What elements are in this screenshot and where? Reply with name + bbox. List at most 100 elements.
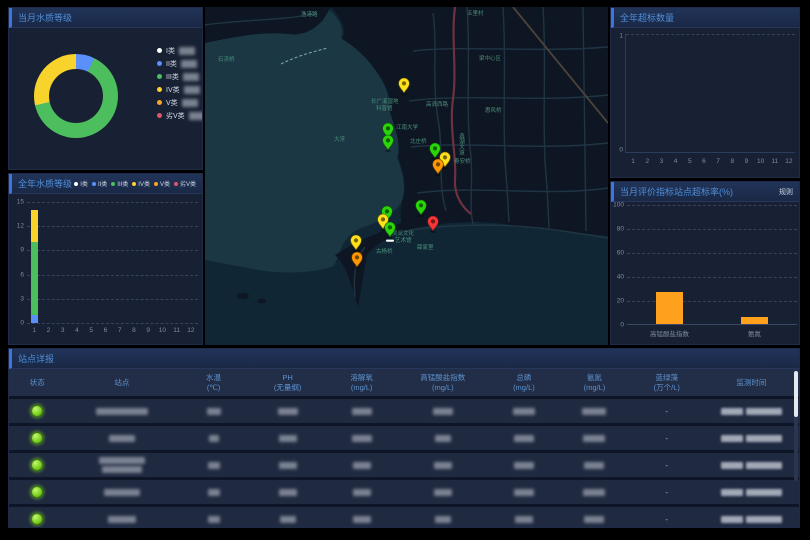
value-cell: [249, 489, 327, 496]
value-redacted: [584, 462, 604, 469]
value-redacted: [352, 408, 372, 415]
pin-hole: [355, 255, 359, 259]
x-tick-label: 11: [771, 158, 778, 165]
column-header[interactable]: 蓝绿藻(万个/L): [630, 373, 704, 392]
station-cell: [65, 457, 178, 473]
column-header[interactable]: 总磷(mg/L): [489, 373, 560, 392]
legend-item[interactable]: II类: [157, 57, 203, 70]
legend-item[interactable]: II类: [92, 179, 107, 188]
value-redacted: [584, 516, 604, 523]
legend-dot: [157, 48, 162, 53]
table-row[interactable]: -: [9, 426, 799, 450]
rules-link[interactable]: 规则: [779, 187, 793, 197]
gridline: [27, 250, 198, 251]
map-label: 大浮: [334, 135, 346, 143]
table-scrollbar-thumb[interactable]: [794, 371, 798, 417]
legend-item[interactable]: V类: [157, 96, 203, 109]
legend-dot: [157, 87, 162, 92]
legend-item[interactable]: IV类: [132, 179, 150, 188]
column-header[interactable]: PH(无量纲): [249, 373, 327, 392]
x-tick-label: 6: [702, 158, 706, 165]
station-name-redacted: [96, 408, 148, 415]
column-header[interactable]: 状态: [9, 378, 65, 387]
value-redacted: [279, 435, 297, 442]
value-redacted: [208, 516, 220, 523]
legend-dot: [154, 182, 158, 186]
legend-item[interactable]: III类: [157, 70, 203, 83]
value-cell: [178, 462, 249, 469]
table-row[interactable]: -: [9, 480, 799, 504]
legend-value-redacted: [181, 60, 197, 68]
map-label: 蠡湖大道: [458, 132, 465, 157]
value-cell: [559, 408, 630, 415]
legend-item[interactable]: I类: [157, 44, 203, 57]
status-cell: [9, 405, 65, 417]
exceed-rate-categories: 高锰酸盐指数氨氮: [627, 328, 797, 338]
table-row[interactable]: -: [9, 399, 799, 423]
legend-item[interactable]: V类: [154, 179, 170, 188]
y-tick-label: 15: [10, 199, 24, 206]
value-redacted: [515, 516, 533, 523]
gridline: [27, 275, 198, 276]
pin-hole: [436, 162, 440, 166]
value-redacted: [208, 462, 220, 469]
y-tick-label: 60: [610, 250, 624, 257]
column-header[interactable]: 高锰酸盐指数(mg/L): [397, 373, 489, 392]
time-redacted: [721, 489, 743, 496]
gridline: [27, 202, 198, 203]
status-indicator: [31, 513, 43, 525]
legend-dot: [174, 182, 178, 186]
map-label: 古杨桥: [376, 247, 393, 255]
bar-segment: [31, 210, 38, 242]
column-header[interactable]: 监测时间: [704, 378, 799, 387]
legend-item[interactable]: IV类: [157, 83, 203, 96]
station-name-redacted: [99, 457, 145, 464]
station-cell: [65, 489, 178, 496]
legend-label: II类: [166, 59, 177, 69]
y-tick-label: 12: [10, 223, 24, 230]
status-indicator: [31, 486, 43, 498]
station-cell: [65, 408, 178, 415]
legend-label: II类: [98, 179, 107, 188]
value-cell: [489, 516, 560, 523]
map[interactable]: 渔港路五里村梁中心区石渎桥高浪西路惠风桥长广溪湿地科普馆江南大学北庄桥蠡湖大道寿…: [205, 7, 608, 345]
exceed-count-chart[interactable]: 01123456789101112: [625, 34, 795, 153]
y-tick-label: 3: [10, 295, 24, 302]
column-label: 总磷: [489, 373, 560, 382]
exceed-rate-chart[interactable]: 020406080100: [627, 205, 797, 325]
column-unit: (万个/L): [630, 383, 704, 392]
column-header[interactable]: 水温(℃): [178, 373, 249, 392]
legend-item[interactable]: 劣V类: [174, 179, 196, 188]
value-cell: [397, 435, 489, 442]
algae-value: -: [665, 515, 668, 524]
annual-quality-chart[interactable]: 03691215123456789101112: [27, 202, 198, 323]
map-label: 梁中心区: [479, 54, 502, 62]
algae-cell: -: [630, 434, 704, 443]
pin-selected-indicator: [386, 240, 394, 242]
station-table: 状态站点水温(℃)PH(无量纲)溶解氧(mg/L)高锰酸盐指数(mg/L)总磷(…: [9, 369, 799, 527]
panel-exceed-count: 全年超标数量 01123456789101112: [610, 7, 800, 178]
legend-value-redacted: [183, 73, 199, 81]
time-cell: [704, 516, 799, 523]
x-tick-label: 1: [631, 158, 635, 165]
value-cell: [397, 516, 489, 523]
x-tick-label: 12: [785, 158, 792, 165]
column-label: 水温: [178, 373, 249, 382]
x-tick-label: 9: [146, 327, 150, 334]
value-redacted: [209, 435, 219, 442]
table-row[interactable]: -: [9, 507, 799, 528]
column-header[interactable]: 氨氮(mg/L): [559, 373, 630, 392]
column-header[interactable]: 站点: [65, 378, 178, 387]
algae-value: -: [665, 407, 668, 416]
gridline: [626, 34, 795, 35]
x-tick-label: 6: [104, 327, 108, 334]
value-cell: [559, 435, 630, 442]
legend-item[interactable]: 劣V类: [157, 109, 203, 122]
legend-item[interactable]: I类: [74, 179, 88, 188]
map-label: 艺术馆: [395, 236, 412, 244]
value-redacted: [434, 489, 452, 496]
column-header[interactable]: 溶解氧(mg/L): [326, 373, 397, 392]
legend-item[interactable]: III类: [111, 179, 128, 188]
column-label: 监测时间: [704, 378, 799, 387]
table-row[interactable]: -: [9, 453, 799, 477]
